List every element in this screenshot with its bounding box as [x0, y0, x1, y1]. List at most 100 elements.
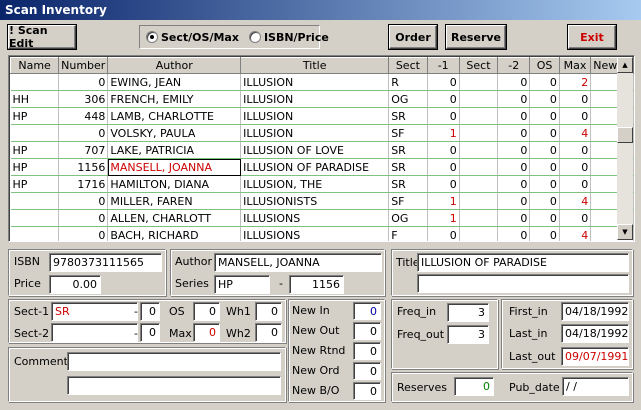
table-row[interactable]: HP 707 LAKE, PATRICIA ILLUSION OF LOVE SR 0 0 0…	[10, 141, 634, 159]
sect2-value-field[interactable]: 0	[140, 323, 160, 342]
cell-sect2[interactable]	[459, 192, 499, 210]
col-header-minus2[interactable]: -2	[497, 57, 531, 74]
sect2-field[interactable]	[51, 323, 138, 342]
cell-name[interactable]	[10, 209, 60, 227]
cell-title[interactable]: ILLUSION OF LOVE	[240, 141, 390, 159]
sect1-field[interactable]: SR	[51, 302, 138, 321]
reserve-button[interactable]: Reserve	[446, 25, 506, 49]
col-header-author[interactable]: Author	[107, 57, 242, 74]
scroll-thumb[interactable]	[617, 127, 633, 143]
cell-minus1[interactable]: 0	[427, 226, 460, 241]
cell-sect[interactable]: SR	[388, 141, 428, 159]
cell-author[interactable]: ALLEN, CHARLOTT	[107, 209, 242, 227]
sect1-value-field[interactable]: 0	[140, 302, 160, 321]
cell-author[interactable]: MANSELL, JOANNA	[107, 158, 242, 176]
cell-sect[interactable]: SR	[388, 175, 428, 193]
cell-minus2[interactable]: 0	[497, 192, 531, 210]
cell-max[interactable]: 0	[559, 90, 592, 108]
cell-sect[interactable]: SF	[388, 124, 428, 142]
cell-author[interactable]: VOLSKY, PAULA	[107, 124, 242, 142]
cell-name[interactable]: HP	[10, 175, 60, 193]
cell-sect2[interactable]	[459, 90, 499, 108]
cell-title[interactable]: ILLUSION	[240, 90, 390, 108]
price-field[interactable]: 0.00	[49, 275, 101, 294]
inventory-grid[interactable]: Name Number Author Title Sect -1 Sect -2 OS Max Ne…	[8, 55, 635, 242]
order-button[interactable]: Order	[389, 25, 437, 49]
table-row[interactable]: HH306FRENCH, EMILYILLUSIONOG00000	[10, 90, 634, 108]
table-row[interactable]: 0ALLEN, CHARLOTTILLUSIONSOG10000	[10, 209, 634, 227]
col-header-title[interactable]: Title	[240, 57, 390, 74]
cell-sect[interactable]: SF	[388, 192, 428, 210]
cell-sect2[interactable]	[459, 175, 499, 193]
cell-author[interactable]: LAKE, PATRICIA	[107, 141, 242, 159]
cell-title[interactable]: ILLUSION	[240, 107, 390, 125]
cell-max[interactable]: 0	[559, 158, 592, 176]
cell-sect[interactable]: OG	[388, 209, 428, 227]
comment-field-1[interactable]	[67, 352, 281, 371]
cell-os[interactable]: 0	[529, 124, 560, 142]
max-field[interactable]: 0	[193, 323, 220, 342]
cell-os[interactable]: 0	[529, 175, 560, 193]
scan-edit-button[interactable]: ! Scan Edit	[8, 24, 76, 50]
col-header-minus1[interactable]: -1	[426, 57, 460, 74]
cell-os[interactable]: 0	[529, 209, 560, 227]
title-field-2[interactable]	[417, 274, 629, 293]
cell-minus1[interactable]: 0	[427, 175, 460, 193]
cell-title[interactable]: ILLUSION	[240, 124, 390, 142]
cell-minus2[interactable]: 0	[497, 209, 531, 227]
comment-field-2[interactable]	[67, 376, 281, 395]
cell-number[interactable]: 0	[58, 73, 109, 91]
col-header-sect2[interactable]: Sect	[458, 57, 499, 74]
wh1-field[interactable]: 0	[255, 302, 282, 321]
cell-max[interactable]: 0	[559, 175, 592, 193]
cell-title[interactable]: ILLUSIONISTS	[240, 192, 390, 210]
cell-number[interactable]: 0	[58, 124, 109, 142]
cell-minus1[interactable]: 0	[427, 90, 460, 108]
cell-max[interactable]: 2	[559, 73, 592, 91]
cell-author[interactable]: LAMB, CHARLOTTE	[107, 107, 242, 125]
cell-os[interactable]: 0	[529, 192, 560, 210]
cell-author[interactable]: FRENCH, EMILY	[107, 90, 242, 108]
new-rtnd-field[interactable]: 0	[353, 342, 381, 360]
cell-minus1[interactable]: 0	[427, 73, 460, 91]
cell-name[interactable]: HH	[10, 90, 60, 108]
reserves-field[interactable]: 0	[454, 377, 494, 396]
cell-sect[interactable]: SR	[388, 158, 428, 176]
cell-max[interactable]: 0	[559, 107, 592, 125]
series-field[interactable]: HP	[214, 275, 270, 294]
os-field[interactable]: 0	[193, 302, 220, 321]
cell-name[interactable]: HP	[10, 141, 60, 159]
scroll-up-icon[interactable]: ▲	[617, 57, 633, 73]
cell-minus2[interactable]: 0	[497, 175, 531, 193]
isbn-field[interactable]: 9780373111565	[49, 253, 162, 272]
col-header-max[interactable]: Max	[558, 57, 592, 74]
cell-author[interactable]: MILLER, FAREN	[107, 192, 242, 210]
new-bo-field[interactable]: 0	[353, 382, 381, 400]
cell-title[interactable]: ILLUSION	[240, 73, 390, 91]
last-in-field[interactable]: 04/18/1992	[561, 324, 629, 343]
table-row[interactable]: 0EWING, JEANILLUSIONR00020	[10, 73, 634, 91]
pub-date-field[interactable]: / /	[562, 377, 629, 396]
cell-minus1[interactable]: 1	[427, 209, 460, 227]
table-row[interactable]: 0VOLSKY, PAULAILLUSIONSF10040	[10, 124, 634, 142]
cell-minus2[interactable]: 0	[497, 90, 531, 108]
cell-minus1[interactable]: 1	[427, 124, 460, 142]
col-header-number[interactable]: Number	[58, 57, 109, 74]
col-header-name[interactable]: Name	[9, 57, 60, 74]
series-number-field[interactable]: 1156	[289, 275, 344, 294]
cell-minus2[interactable]: 0	[497, 73, 531, 91]
cell-minus2[interactable]: 0	[497, 124, 531, 142]
cell-number[interactable]: 448	[58, 107, 109, 125]
cell-minus2[interactable]: 0	[497, 226, 531, 241]
cell-sect[interactable]: OG	[388, 90, 428, 108]
cell-number[interactable]: 707	[58, 141, 109, 159]
cell-author[interactable]: BACH, RICHARD	[107, 226, 242, 241]
title-field[interactable]: ILLUSION OF PARADISE	[417, 253, 629, 272]
cell-sect[interactable]: SR	[388, 107, 428, 125]
cell-max[interactable]: 0	[559, 209, 592, 227]
cell-sect2[interactable]	[459, 226, 499, 241]
cell-number[interactable]: 1156	[58, 158, 109, 176]
radio-isbn-price[interactable]: ISBN/Price	[248, 31, 329, 44]
freq-in-field[interactable]: 3	[447, 303, 489, 322]
cell-minus1[interactable]: 1	[427, 192, 460, 210]
